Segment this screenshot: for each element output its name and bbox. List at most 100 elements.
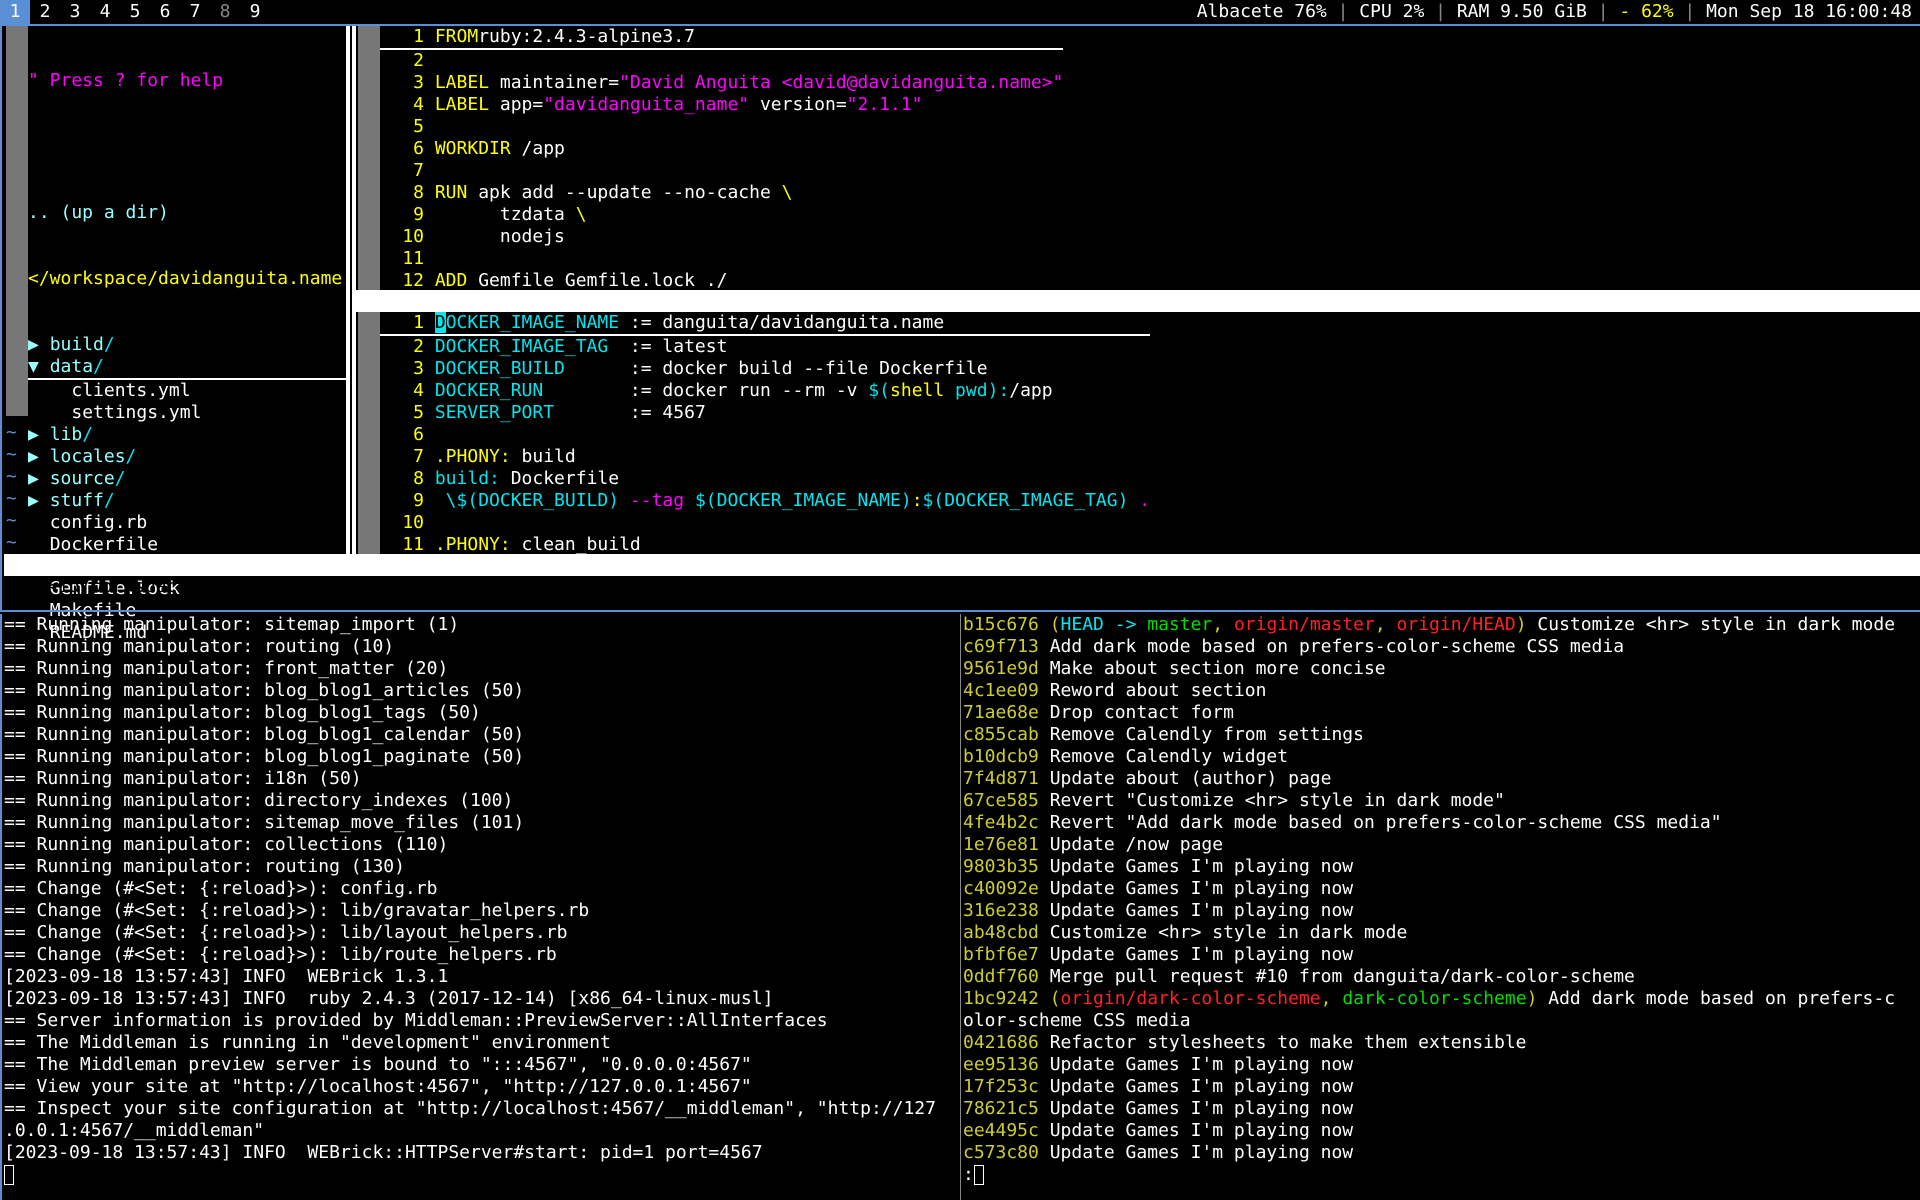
workspace-7[interactable]: 7 xyxy=(180,0,210,24)
code-line[interactable]: 9 \$(DOCKER_BUILD) --tag $(DOCKER_IMAGE_… xyxy=(380,490,1150,512)
code-line[interactable]: 8 RUN apk add --update --no-cache \ xyxy=(380,182,1063,204)
code-line[interactable]: 8 build: Dockerfile xyxy=(380,468,1150,490)
commit-hash[interactable]: ee95136 xyxy=(963,1054,1039,1075)
dockerfile-editor[interactable]: 1 FROMruby:2.4.3-alpine3.7 2 3 LABEL main… xyxy=(358,26,1920,292)
commit-row[interactable]: 67ce585 Revert "Customize <hr> style in … xyxy=(963,790,1895,812)
commit-hash[interactable]: 9803b35 xyxy=(963,856,1039,877)
nerdtree-pane[interactable]: " Press ? for help .. (up a dir) </works… xyxy=(4,26,346,643)
commit-row[interactable]: c69f713 Add dark mode based on prefers-c… xyxy=(963,636,1895,658)
commit-hash[interactable]: 71ae68e xyxy=(963,702,1039,723)
commit-row[interactable]: ab48cbd Customize <hr> style in dark mod… xyxy=(963,922,1895,944)
workspace-9[interactable]: 9 xyxy=(240,0,270,24)
commit-hash[interactable]: 0ddf760 xyxy=(963,966,1039,987)
workspace-6[interactable]: 6 xyxy=(150,0,180,24)
commit-row[interactable]: b15c676 (HEAD -> master, origin/master, … xyxy=(963,614,1895,636)
commit-hash[interactable]: 4c1ee09 xyxy=(963,680,1039,701)
commit-hash[interactable]: 1e76e81 xyxy=(963,834,1039,855)
code-line[interactable]: 7 xyxy=(380,160,1063,182)
commit-row[interactable]: ee95136 Update Games I'm playing now xyxy=(963,1054,1895,1076)
commit-row[interactable]: 0ddf760 Merge pull request #10 from dang… xyxy=(963,966,1895,988)
commit-hash[interactable]: c69f713 xyxy=(963,636,1039,657)
commit-row[interactable]: 1e76e81 Update /now page xyxy=(963,834,1895,856)
commit-hash[interactable]: 4fe4b2c xyxy=(963,812,1039,833)
code-line[interactable]: 4 LABEL app="davidanguita_name" version=… xyxy=(380,94,1063,116)
workspace-2[interactable]: 2 xyxy=(30,0,60,24)
commit-row[interactable]: c573c80 Update Games I'm playing now xyxy=(963,1142,1895,1164)
commit-row[interactable]: b10dcb9 Remove Calendly widget xyxy=(963,746,1895,768)
workspace-1[interactable]: 1 xyxy=(0,0,30,24)
workspace-8[interactable]: 8 xyxy=(210,0,240,24)
tree-dir[interactable]: ▶ lib/ xyxy=(28,424,346,446)
code-line[interactable]: 4 DOCKER_RUN := docker run --rm -v $(she… xyxy=(380,380,1150,402)
code-line[interactable]: 10 xyxy=(380,512,1150,534)
commit-row[interactable]: 316e238 Update Games I'm playing now xyxy=(963,900,1895,922)
code-line[interactable]: 3 DOCKER_BUILD := docker build --file Do… xyxy=(380,358,1150,380)
commit-row[interactable]: 17f253c Update Games I'm playing now xyxy=(963,1076,1895,1098)
tree-file[interactable]: Dockerfile xyxy=(28,534,346,556)
code-line[interactable]: 3 LABEL maintainer="David Anguita <david… xyxy=(380,72,1063,94)
commit-row[interactable]: 4fe4b2c Revert "Add dark mode based on p… xyxy=(963,812,1895,834)
code-line[interactable]: 6 xyxy=(380,424,1150,446)
code-line[interactable]: 5 xyxy=(380,116,1063,138)
tree-dir[interactable]: ▼ data/ xyxy=(28,356,346,380)
commit-hash[interactable]: ab48cbd xyxy=(963,922,1039,943)
commit-row[interactable]: 1bc9242 (origin/dark-color-scheme, dark-… xyxy=(963,988,1895,1010)
workspace-4[interactable]: 4 xyxy=(90,0,120,24)
code-line[interactable]: 1 FROMruby:2.4.3-alpine3.7 xyxy=(380,26,1064,50)
commit-hash[interactable]: 7f4d871 xyxy=(963,768,1039,789)
commit-hash[interactable]: bfbf6e7 xyxy=(963,944,1039,965)
git-log-terminal[interactable]: b15c676 (HEAD -> master, origin/master, … xyxy=(960,614,1920,1200)
tree-up-dir[interactable]: .. (up a dir) xyxy=(28,202,346,224)
commit-row[interactable]: 78621c5 Update Games I'm playing now xyxy=(963,1098,1895,1120)
commit-hash[interactable]: 1bc9242 xyxy=(963,988,1039,1009)
tree-file[interactable]: clients.yml xyxy=(28,380,346,402)
tree-dir[interactable]: ▶ stuff/ xyxy=(28,490,346,512)
commit-row[interactable]: 71ae68e Drop contact form xyxy=(963,702,1895,724)
code-line[interactable]: 10 nodejs xyxy=(380,226,1063,248)
code-line[interactable]: 2 xyxy=(380,50,1063,72)
commit-hash[interactable]: 9561e9d xyxy=(963,658,1039,679)
commit-row[interactable]: 0421686 Refactor stylesheets to make the… xyxy=(963,1032,1895,1054)
commit-hash[interactable]: 67ce585 xyxy=(963,790,1039,811)
vertical-split[interactable] xyxy=(346,26,356,556)
commit-row[interactable]: c40092e Update Games I'm playing now xyxy=(963,878,1895,900)
code-line[interactable]: 12 ADD Gemfile Gemfile.lock ./ xyxy=(380,270,1063,292)
tree-file[interactable]: config.rb xyxy=(28,512,346,534)
commit-hash[interactable]: 0421686 xyxy=(963,1032,1039,1053)
commit-row[interactable]: bfbf6e7 Update Games I'm playing now xyxy=(963,944,1895,966)
commit-hash[interactable]: ee4495c xyxy=(963,1120,1039,1141)
commit-row[interactable]: 9803b35 Update Games I'm playing now xyxy=(963,856,1895,878)
tree-dir[interactable]: ▶ source/ xyxy=(28,468,346,490)
commit-row[interactable]: 7f4d871 Update about (author) page xyxy=(963,768,1895,790)
workspace-3[interactable]: 3 xyxy=(60,0,90,24)
commit-hash[interactable]: b10dcb9 xyxy=(963,746,1039,767)
code-line[interactable]: 5 SERVER_PORT := 4567 xyxy=(380,402,1150,424)
commit-hash[interactable]: b15c676 xyxy=(963,614,1039,635)
commit-row[interactable]: olor-scheme CSS media xyxy=(963,1010,1895,1032)
code-line[interactable]: 11 .PHONY: clean_build xyxy=(380,534,1150,556)
terminal-prompt[interactable] xyxy=(4,1164,936,1186)
commit-hash[interactable]: c855cab xyxy=(963,724,1039,745)
commit-row[interactable]: 4c1ee09 Reword about section xyxy=(963,680,1895,702)
code-line[interactable]: 9 tzdata \ xyxy=(380,204,1063,226)
commit-row[interactable]: 9561e9d Make about section more concise xyxy=(963,658,1895,680)
commit-hash[interactable]: c40092e xyxy=(963,878,1039,899)
makefile-editor[interactable]: 1 DOCKER_IMAGE_NAME := danguita/davidang… xyxy=(358,312,1920,556)
workspace-5[interactable]: 5 xyxy=(120,0,150,24)
code-line[interactable]: 6 WORKDIR /app xyxy=(380,138,1063,160)
commit-hash[interactable]: 78621c5 xyxy=(963,1098,1039,1119)
tree-file[interactable]: settings.yml xyxy=(28,402,346,424)
tree-dir[interactable]: ▶ build/ xyxy=(28,334,346,356)
code-line[interactable]: 11 xyxy=(380,248,1063,270)
code-line[interactable]: 7 .PHONY: build xyxy=(380,446,1150,468)
code-line[interactable]: 2 DOCKER_IMAGE_TAG := latest xyxy=(380,336,1150,358)
server-log-terminal[interactable]: == Running manipulator: sitemap_import (… xyxy=(0,614,958,1200)
pager-prompt[interactable]: : xyxy=(963,1164,1895,1186)
commit-hash[interactable]: c573c80 xyxy=(963,1142,1039,1163)
commit-hash[interactable]: 316e238 xyxy=(963,900,1039,921)
tree-dir[interactable]: ▶ locales/ xyxy=(28,446,346,468)
commit-hash[interactable]: 17f253c xyxy=(963,1076,1039,1097)
commit-row[interactable]: ee4495c Update Games I'm playing now xyxy=(963,1120,1895,1142)
commit-row[interactable]: c855cab Remove Calendly from settings xyxy=(963,724,1895,746)
code-line[interactable]: 1 DOCKER_IMAGE_NAME := danguita/davidang… xyxy=(380,312,1151,336)
